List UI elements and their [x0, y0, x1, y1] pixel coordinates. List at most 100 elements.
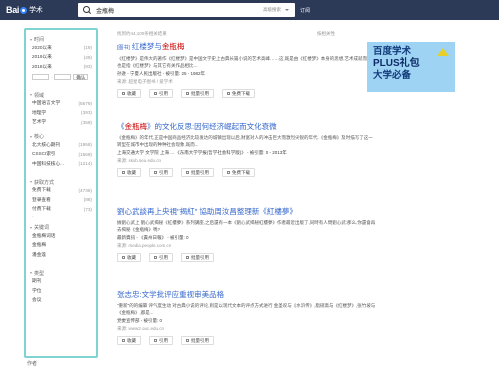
author-filter-title[interactable]: 作者	[27, 360, 37, 367]
batch-icon	[186, 171, 189, 174]
cite-button[interactable]: 引用	[149, 253, 173, 262]
logo-suffix: 学术	[29, 7, 43, 14]
filter-item[interactable]: 学位	[30, 286, 92, 296]
filter-item[interactable]: 2020以来 (19)	[30, 43, 92, 53]
result-abstract: 《红楼梦》是伟大的著作《红楼梦》是中国文学史上古典长篇小说的艺术高峰……这,既是…	[117, 56, 373, 68]
filter-section-title[interactable]: 时间	[30, 36, 92, 43]
ad-line-3: 大学必备	[373, 70, 412, 81]
free-download-button[interactable]: 免费下载	[222, 168, 255, 177]
download-icon	[227, 171, 230, 174]
filter-section-title[interactable]: 领域	[30, 92, 92, 99]
ad-line-2: PLUS礼包	[373, 58, 420, 69]
heart-icon	[122, 92, 125, 95]
year-range: - 确认	[30, 72, 92, 82]
result-title[interactable]: 《金瓶梅》的文化反思:因何经济崛起而文化衰微	[117, 122, 377, 132]
collect-button[interactable]: 收藏	[117, 89, 141, 98]
filter-item[interactable]: 中国语言文学 (5679)	[30, 99, 92, 109]
filter-item[interactable]: 金瓶梅词话	[30, 231, 92, 241]
filter-item[interactable]: 艺术学 (359)	[30, 118, 92, 128]
filter-item[interactable]: 地理学 (393)	[30, 108, 92, 118]
cite-button[interactable]: 引用	[149, 168, 173, 177]
result-meta: 党委宣传部 - 被引量: 0	[117, 318, 163, 323]
advanced-search-link[interactable]: 高级搜索	[263, 7, 281, 13]
result-meta: 上海交通大学 文学院 上海 ... 《东南大学学报(哲学社会科学版)》 - 被引…	[117, 150, 287, 155]
caret-down-icon	[30, 226, 32, 229]
heart-icon	[122, 256, 125, 259]
batch-cite-button[interactable]: 批量引用	[181, 168, 214, 177]
result-title[interactable]: 张志忠:文学批评应重视审美品格	[117, 290, 377, 300]
heart-icon	[122, 171, 125, 174]
cite-button[interactable]: 引用	[149, 89, 173, 98]
filter-item[interactable]: 潘金莲	[30, 250, 92, 260]
search-box[interactable]: 金瓶梅 高级搜索	[78, 3, 295, 17]
caret-down-icon	[30, 272, 32, 274]
result-source[interactable]: 来源: 超星电子图书 / 爱学术	[117, 78, 377, 85]
subscribe-link[interactable]: 订阅	[300, 7, 310, 14]
filter-item[interactable]: 中国科技核心... (1214)	[30, 159, 92, 169]
result-title[interactable]: 劉心武談再上央視"揭紅" 協助周汝昌整理新《紅樓夢》	[117, 207, 377, 217]
filter-item[interactable]: 期刊	[30, 277, 92, 287]
filter-item[interactable]: 免费下载 (4736)	[30, 186, 92, 196]
filter-section-title[interactable]: 关键词	[30, 224, 92, 231]
result-item: 张志忠:文学批评应重视审美品格 "重新"的的编纂 评气度生动 对古典小说的评论,…	[117, 290, 377, 345]
quote-icon	[154, 171, 157, 174]
filter-item[interactable]: 2018以来 (93)	[30, 62, 92, 72]
result-abstract: 據劉心武上 劉心武揭秘《紅樓夢》系列講座,之后還有一本《劉心武揭秘紅樓夢》作者最…	[117, 220, 376, 232]
heart-icon	[122, 339, 125, 342]
result-meta: 孙逊 - 宁夏人民出版社 - 被引量: 25 - 1982年	[117, 71, 206, 76]
result-abstract: 《金瓶梅》的年代,正是中国商品经济比较发达的城镇出现以后,财富对人的冲击巨大而激…	[117, 135, 373, 147]
filter-item[interactable]: 北大核心期刊 (1958)	[30, 140, 92, 150]
cite-button[interactable]: 引用	[149, 336, 173, 345]
year-from-input[interactable]	[32, 73, 49, 80]
baidu-xueshu-logo[interactable]: Bai 学术	[6, 4, 43, 16]
filter-item[interactable]: 会议	[30, 296, 92, 306]
quote-icon	[154, 256, 157, 259]
result-abstract: "重新"的的编纂 评气度生动 对古典小说的评论,则是以现代文本的评点方式进行 金…	[117, 303, 376, 315]
result-item: 《金瓶梅》的文化反思:因何经济崛起而文化衰微 《金瓶梅》的年代,正是中国商品经济…	[117, 122, 377, 177]
filter-item[interactable]: 2019以来 (49)	[30, 53, 92, 63]
quote-icon	[154, 92, 157, 95]
result-source[interactable]: 來源: media.people.com.cn	[117, 242, 377, 249]
filter-item[interactable]: CSSCI索引 (1569)	[30, 150, 92, 160]
confirm-button[interactable]: 确认	[73, 73, 89, 80]
result-item: 劉心武談再上央視"揭紅" 協助周汝昌整理新《紅樓夢》 據劉心武上 劉心武揭秘《紅…	[117, 207, 377, 262]
collect-button[interactable]: 收藏	[117, 168, 141, 177]
batch-cite-button[interactable]: 批量引用	[181, 253, 214, 262]
year-to-input[interactable]	[54, 73, 72, 80]
batch-icon	[186, 339, 189, 342]
filter-item[interactable]: 付费下载 (73)	[30, 205, 92, 215]
collect-button[interactable]: 收藏	[117, 336, 141, 345]
filter-item[interactable]: 登录查看 (88)	[30, 195, 92, 205]
plus-promo-banner[interactable]: 百度学术 PLUS礼包 大学必备	[367, 42, 455, 92]
search-icon[interactable]	[83, 5, 92, 15]
result-title[interactable]: [图书] 红楼梦与金瓶梅	[117, 42, 377, 53]
free-download-button[interactable]: 免费下载	[222, 89, 255, 98]
logo-text: Bai	[6, 5, 20, 15]
filter-section-title[interactable]: 核心	[30, 133, 92, 140]
collect-button[interactable]: 收藏	[117, 253, 141, 262]
filter-section-title[interactable]: 获取方式	[30, 179, 92, 186]
result-source[interactable]: 来源: www2.ouc.edu.cn	[117, 325, 377, 332]
sort-dropdown[interactable]: 按相关性	[317, 31, 335, 37]
batch-icon	[186, 92, 189, 95]
result-item: [图书] 红楼梦与金瓶梅 《红楼梦》是伟大的著作《红楼梦》是中国文学史上古典长篇…	[117, 42, 377, 98]
top-navbar: Bai 学术 金瓶梅 高级搜索 订阅	[0, 0, 499, 20]
filter-section-title[interactable]: 类型	[30, 270, 92, 277]
batch-cite-button[interactable]: 批量引用	[181, 336, 214, 345]
download-icon	[227, 92, 230, 95]
batch-icon	[186, 256, 189, 259]
caret-down-icon	[30, 135, 32, 138]
caret-down-icon	[30, 38, 32, 41]
chevron-down-icon[interactable]	[285, 9, 289, 11]
result-meta: 最新資訊 - 《貴州日報》 - 被引量: 0	[117, 235, 189, 240]
filter-item[interactable]: 金瓶梅	[30, 241, 92, 251]
batch-cite-button[interactable]: 批量引用	[181, 89, 214, 98]
more-link[interactable]: -	[30, 214, 92, 220]
result-source[interactable]: 来源: skxb.seu.edu.cn	[117, 157, 377, 164]
caret-down-icon	[30, 94, 32, 96]
search-input[interactable]: 金瓶梅	[96, 6, 263, 15]
result-count: 找到约44,100条相关结果	[117, 31, 167, 36]
triangle-icon	[437, 48, 449, 56]
quote-icon	[154, 339, 157, 342]
paw-icon	[20, 6, 28, 14]
